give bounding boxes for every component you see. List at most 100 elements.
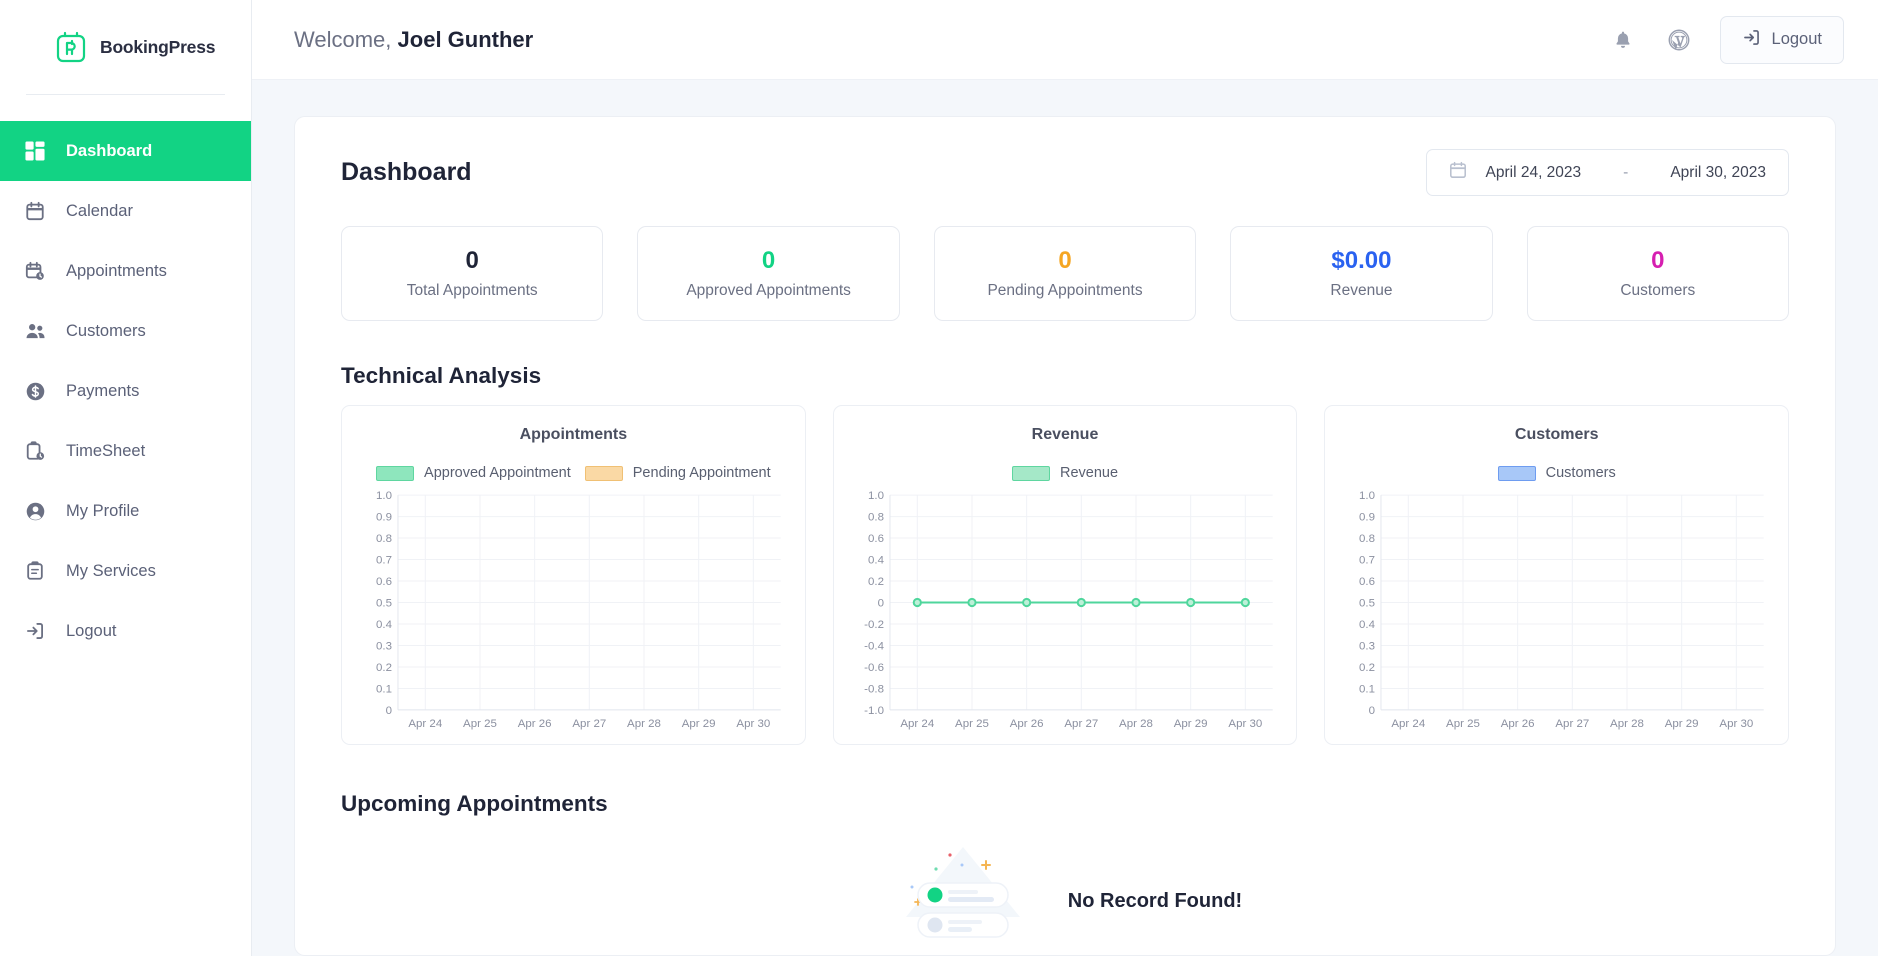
legend-item-pending-appointment[interactable]: Pending Appointment — [584, 465, 771, 481]
stat-cards: 0 Total Appointments 0 Approved Appointm… — [341, 226, 1790, 321]
sidebar-item-label: My Services — [66, 561, 156, 580]
topbar: Welcome, Joel Gunther Logout — [252, 0, 1878, 80]
technical-analysis-title: Technical Analysis — [341, 363, 542, 388]
people-icon — [24, 320, 46, 342]
stat-card-customers[interactable]: 0 Customers — [1526, 226, 1790, 321]
sidebar-item-logout[interactable]: Logout — [0, 601, 251, 661]
svg-text:0.5: 0.5 — [376, 598, 392, 610]
calendar-icon — [1449, 161, 1467, 184]
svg-text:Apr 28: Apr 28 — [1119, 718, 1153, 730]
stat-value: $0.00 — [1331, 247, 1392, 274]
wordpress-icon[interactable] — [1664, 25, 1694, 55]
stat-card-revenue[interactable]: $0.00 Revenue — [1230, 226, 1493, 321]
sidebar-item-payments[interactable]: Payments — [0, 361, 251, 421]
logout-icon — [24, 620, 46, 642]
legend-item-approved-appointment[interactable]: Approved Appointment — [376, 465, 571, 481]
svg-text:Apr 30: Apr 30 — [736, 718, 770, 730]
dashboard-header: Dashboard April 24, 2023 - April 30, 202… — [341, 149, 1789, 196]
empty-state-text: No Record Found! — [1067, 890, 1243, 912]
legend-label: Approved Appointment — [424, 465, 571, 481]
bell-icon[interactable] — [1608, 25, 1638, 55]
clipboard-clock-icon — [24, 440, 46, 462]
sidebar-item-label: Calendar — [66, 201, 133, 220]
topbar-actions: Logout — [1608, 15, 1844, 64]
upcoming-appointments-title: Upcoming Appointments — [341, 791, 608, 816]
svg-text:Apr 30: Apr 30 — [1720, 718, 1754, 730]
stat-card-total-appointments[interactable]: 0 Total Appointments — [341, 226, 604, 321]
brand[interactable]: BookingPress — [0, 0, 251, 94]
sidebar-item-label: Dashboard — [66, 141, 153, 160]
dollar-circle-icon — [24, 380, 46, 402]
svg-text:0.4: 0.4 — [1359, 619, 1376, 631]
chart-card-customers: Customers Customers 1.0 0.9 0.8 0.7 0.6 0.5 0.… — [1324, 405, 1790, 745]
empty-records-illustration-icon — [888, 839, 1038, 955]
legend-swatch-icon — [1011, 465, 1050, 481]
legend-label: Revenue — [1059, 465, 1119, 481]
clipboard-icon — [24, 560, 46, 582]
stat-card-pending-appointments[interactable]: 0 Pending Appointments — [933, 226, 1197, 321]
chart-legend: Approved Appointment Pending Appointment — [358, 465, 789, 481]
sidebar-item-label: Payments — [66, 381, 140, 400]
logout-button-label: Logout — [1771, 30, 1822, 48]
sidebar-nav: Dashboard Calendar Appointments Customer… — [0, 121, 251, 661]
svg-text:0.4: 0.4 — [376, 619, 393, 631]
date-range-picker[interactable]: April 24, 2023 - April 30, 2023 — [1425, 149, 1789, 196]
svg-text:0.9: 0.9 — [376, 512, 392, 524]
svg-text:Apr 29: Apr 29 — [1665, 718, 1699, 730]
svg-text:0.2: 0.2 — [1359, 662, 1375, 674]
svg-text:Apr 29: Apr 29 — [682, 718, 716, 730]
svg-text:0.7: 0.7 — [1359, 555, 1375, 567]
brand-name: BookingPress — [100, 36, 216, 57]
svg-text:0.3: 0.3 — [1359, 640, 1375, 652]
svg-text:0.8: 0.8 — [1359, 533, 1375, 545]
sidebar: BookingPress Dashboard Calendar Appointm… — [0, 0, 252, 956]
legend-swatch-icon — [1497, 465, 1536, 481]
sidebar-item-my-services[interactable]: My Services — [0, 541, 251, 601]
sidebar-item-label: Logout — [66, 621, 117, 640]
svg-text:0.6: 0.6 — [868, 533, 884, 545]
sidebar-item-calendar[interactable]: Calendar — [0, 181, 251, 241]
legend-item-customers[interactable]: Customers — [1497, 465, 1616, 481]
sidebar-item-my-profile[interactable]: My Profile — [0, 481, 251, 541]
svg-text:Apr 25: Apr 25 — [1446, 718, 1480, 730]
main-area: Welcome, Joel Gunther Logout Dashboard A… — [252, 0, 1878, 956]
legend-item-revenue[interactable]: Revenue — [1011, 465, 1119, 481]
date-range-separator: - — [1623, 163, 1629, 181]
legend-swatch-icon — [376, 465, 415, 481]
stat-value: 0 — [1058, 247, 1072, 274]
chart-card-revenue: Revenue Revenue 1.0 0.8 0.6 0.4 0.2 0 -0.2 -0.4… — [832, 405, 1298, 745]
svg-text:0.6: 0.6 — [1359, 576, 1375, 588]
logout-button[interactable]: Logout — [1719, 15, 1844, 64]
svg-text:Apr 27: Apr 27 — [572, 718, 606, 730]
svg-text:1.0: 1.0 — [376, 490, 392, 502]
brand-divider — [26, 94, 225, 95]
svg-text:1.0: 1.0 — [868, 490, 884, 502]
svg-text:0.7: 0.7 — [376, 555, 392, 567]
svg-text:0: 0 — [386, 705, 392, 717]
svg-text:0.8: 0.8 — [376, 533, 392, 545]
svg-text:Apr 26: Apr 26 — [518, 718, 552, 730]
svg-text:Apr 29: Apr 29 — [1173, 718, 1207, 730]
sidebar-item-appointments[interactable]: Appointments — [0, 241, 251, 301]
stat-value: 0 — [761, 247, 776, 274]
stat-label: Customers — [1620, 282, 1696, 299]
sidebar-item-timesheet[interactable]: TimeSheet — [0, 421, 251, 481]
dashboard-card: Dashboard April 24, 2023 - April 30, 202… — [294, 116, 1836, 956]
sidebar-item-label: Customers — [66, 321, 146, 340]
svg-text:0.9: 0.9 — [1359, 512, 1375, 524]
svg-text:Apr 28: Apr 28 — [1610, 718, 1644, 730]
svg-text:Apr 27: Apr 27 — [1556, 718, 1590, 730]
sidebar-item-dashboard[interactable]: Dashboard — [0, 121, 251, 181]
stat-card-approved-appointments[interactable]: 0 Approved Appointments — [637, 226, 900, 321]
page-title: Dashboard — [341, 158, 472, 186]
empty-state: No Record Found! — [341, 839, 1789, 955]
sidebar-item-customers[interactable]: Customers — [0, 301, 251, 361]
technical-analysis-charts: Appointments Approved Appointment Pendin… — [341, 405, 1790, 745]
svg-text:Apr 28: Apr 28 — [627, 718, 661, 730]
sidebar-item-label: Appointments — [66, 261, 167, 280]
svg-text:Apr 30: Apr 30 — [1228, 718, 1262, 730]
svg-text:Apr 26: Apr 26 — [1501, 718, 1535, 730]
welcome-user-name: Joel Gunther — [397, 26, 534, 52]
svg-text:-1.0: -1.0 — [864, 705, 884, 717]
svg-text:Apr 27: Apr 27 — [1064, 718, 1098, 730]
